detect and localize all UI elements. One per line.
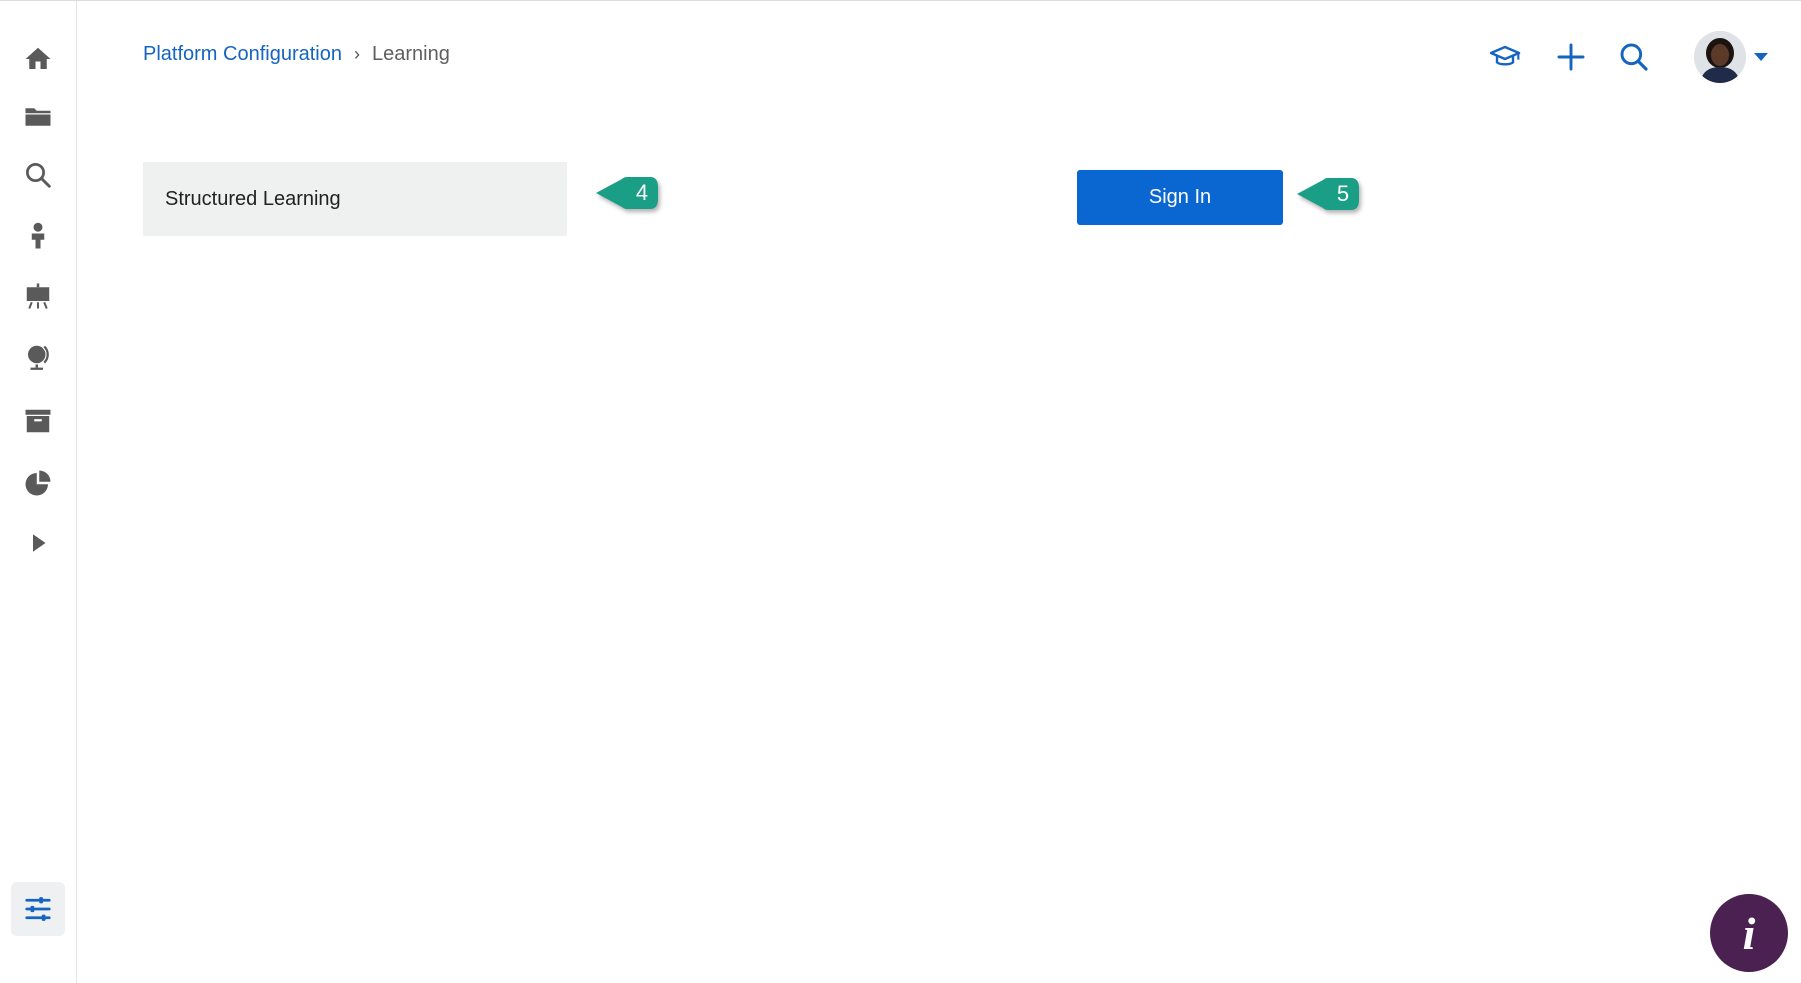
sidebar-item-people[interactable] — [18, 216, 58, 256]
graduation-cap-icon — [1489, 45, 1521, 66]
add-button[interactable] — [1553, 39, 1589, 75]
structured-learning-label: Structured Learning — [165, 187, 341, 210]
globe-icon — [28, 345, 49, 370]
folder-icon — [25, 108, 51, 126]
left-sidebar — [0, 1, 77, 983]
breadcrumb-current-page: Learning — [371, 43, 450, 65]
user-avatar — [1694, 31, 1746, 83]
step-callout-4: 4 — [596, 173, 660, 217]
sidebar-item-home[interactable] — [18, 39, 58, 79]
breadcrumb-link-platform-configuration[interactable]: Platform Configuration — [143, 43, 342, 66]
info-icon: i — [1742, 907, 1756, 959]
page: Platform Configuration › Learning Struct… — [0, 0, 1801, 983]
breadcrumb: Platform Configuration › Learning — [143, 43, 450, 66]
sidebar-item-files[interactable] — [18, 97, 58, 137]
caret-down-icon — [1754, 53, 1768, 61]
plus-icon — [1557, 43, 1585, 71]
sidebar-item-reports[interactable] — [18, 463, 58, 503]
breadcrumb-separator: › — [353, 44, 360, 64]
presentation-board-icon — [26, 283, 50, 309]
step-callout-5: 5 — [1297, 174, 1361, 218]
sidebar-item-global[interactable] — [18, 337, 58, 377]
user-menu-toggle[interactable] — [1752, 50, 1770, 64]
archive-box-icon — [25, 409, 51, 433]
header-search-button[interactable] — [1616, 39, 1652, 75]
sidebar-item-archive[interactable] — [18, 401, 58, 441]
avatar[interactable] — [1694, 31, 1746, 83]
info-button[interactable]: i — [1710, 894, 1788, 972]
person-icon — [31, 222, 45, 249]
play-arrow-icon — [33, 534, 46, 552]
pie-chart-icon — [25, 470, 51, 496]
home-icon — [25, 47, 51, 69]
sidebar-item-search[interactable] — [18, 155, 58, 195]
sign-in-button[interactable]: Sign In — [1077, 170, 1283, 225]
structured-learning-field[interactable]: Structured Learning — [143, 162, 567, 236]
callout-number: 4 — [635, 180, 649, 205]
sidebar-item-training[interactable] — [18, 276, 58, 316]
search-icon — [1620, 43, 1648, 71]
sidebar-item-media[interactable] — [18, 523, 58, 563]
search-icon — [26, 163, 51, 188]
settings-sliders-icon — [25, 897, 51, 921]
sidebar-item-platform-configuration[interactable] — [11, 882, 65, 936]
callout-number: 5 — [1336, 181, 1350, 206]
learning-button[interactable] — [1487, 39, 1523, 75]
